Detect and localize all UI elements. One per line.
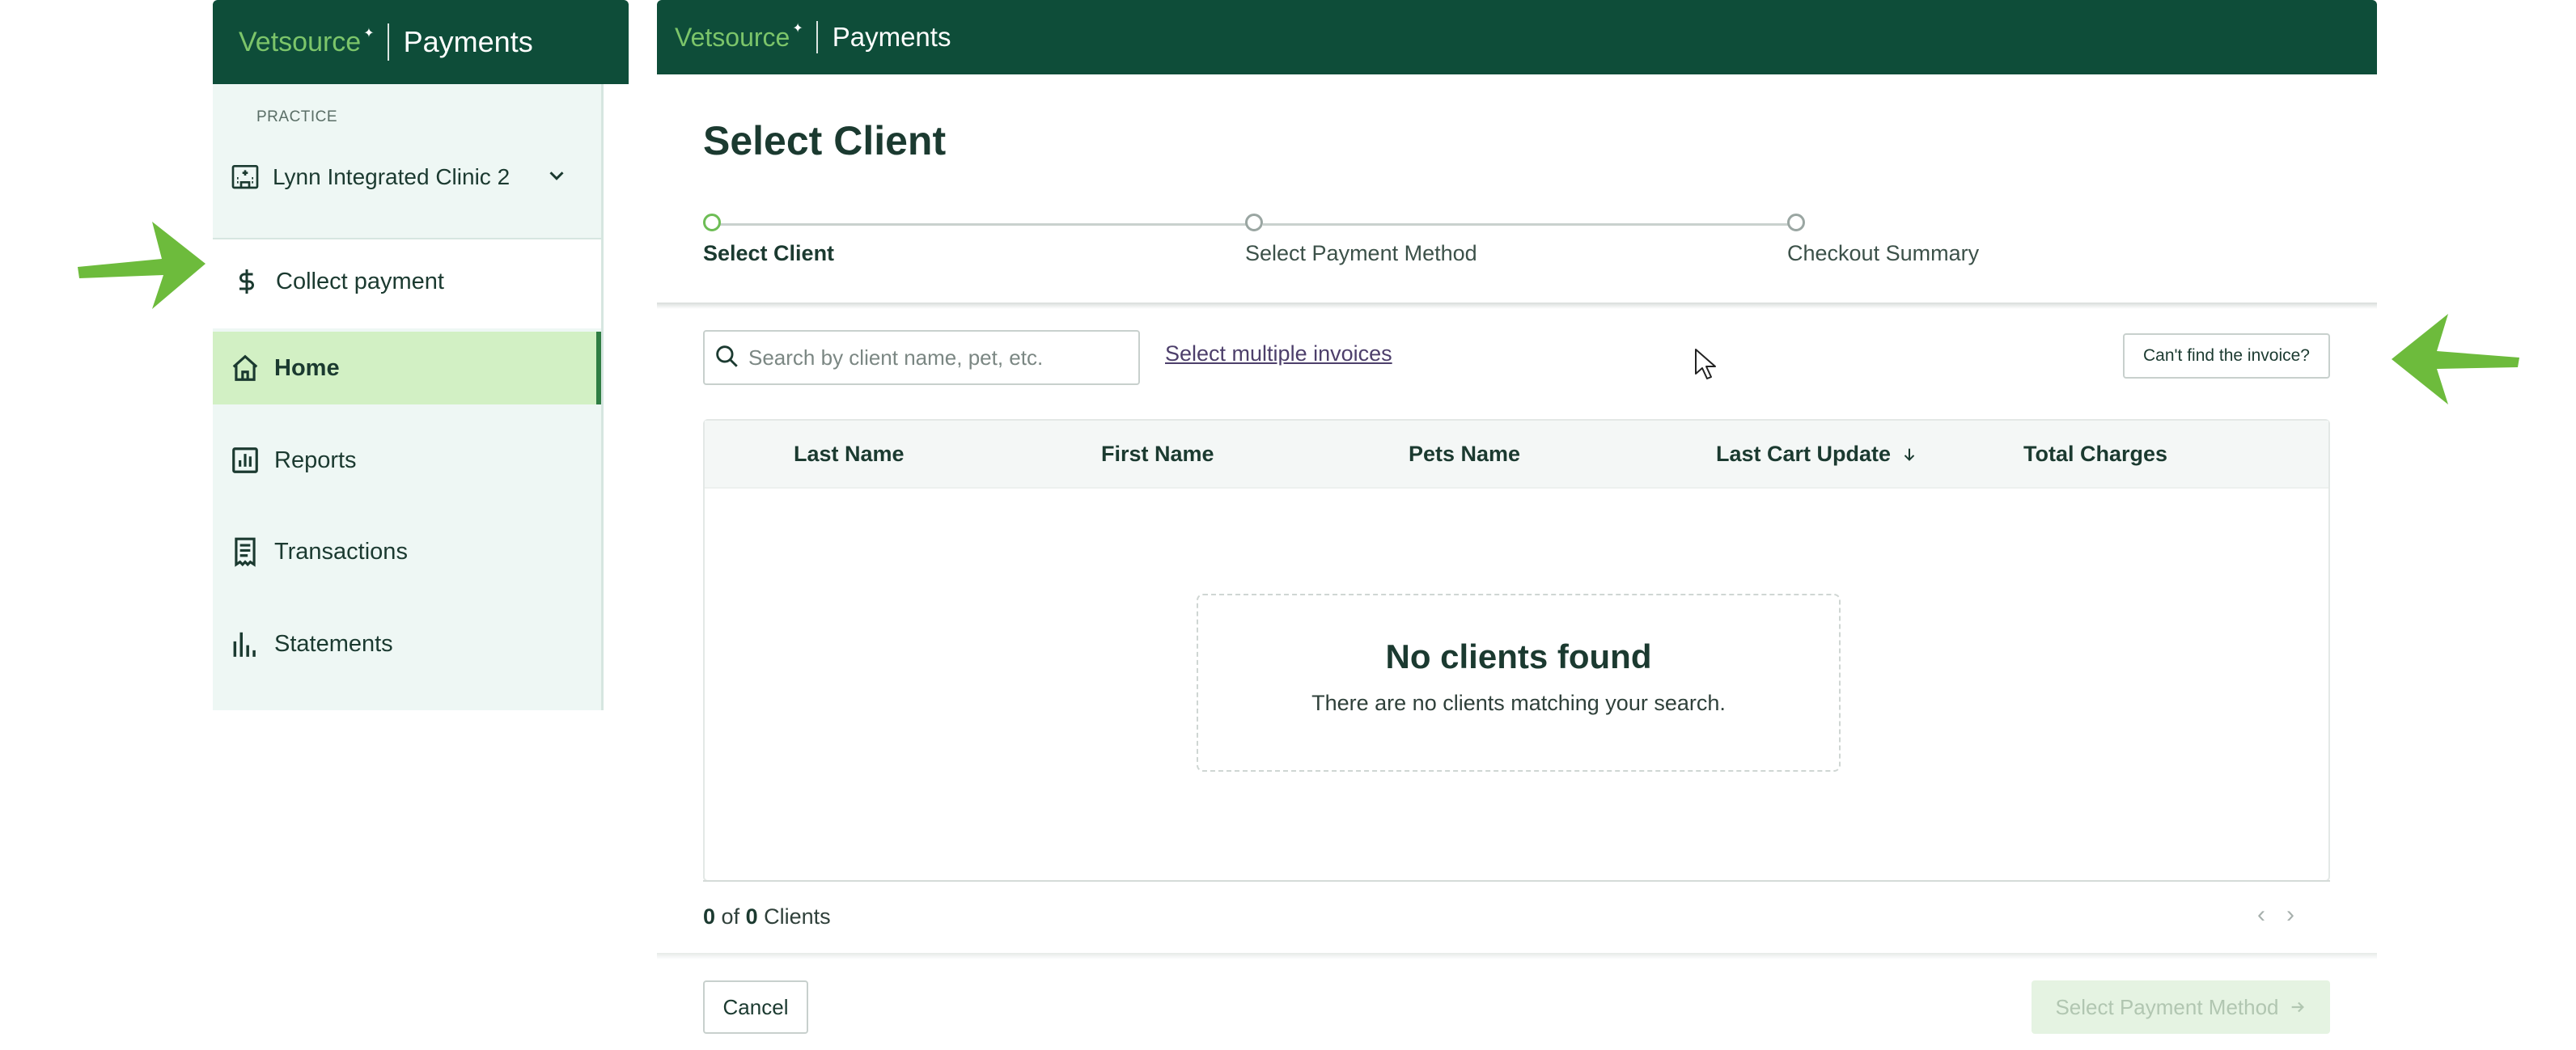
brand-name: Vetsource [675,22,790,52]
sidebar-item-label: Home [274,354,340,381]
logo-divider [387,23,389,61]
empty-state: No clients found There are no clients ma… [1197,594,1841,772]
column-label: Last Cart Update [1716,442,1892,466]
column-label: Total Charges [2023,442,2168,466]
annotation-arrow-right-icon [78,222,205,309]
annotation-arrow-left-icon [2392,314,2519,404]
sidebar-item-label: Transactions [274,538,408,565]
dollar-icon [229,264,265,299]
empty-state-message: There are no clients matching your searc… [1311,691,1726,715]
column-header-last-name[interactable]: Last Name [794,442,905,467]
top-header: Vetsource ✦ Payments [657,0,2377,74]
sparkle-icon: ✦ [363,27,375,40]
collect-payment-item[interactable]: Collect payment [213,239,601,328]
arrow-right-icon [2289,998,2307,1016]
vetsource-payments-logo[interactable]: Vetsource ✦ Payments [675,21,951,53]
step-indicator-active [703,214,721,231]
step-connector [1263,223,1789,226]
footer-divider [657,953,2377,959]
sort-arrow-down-icon [1900,444,1918,465]
column-header-pets-name[interactable]: Pets Name [1409,442,1520,467]
receipt-icon [227,534,263,569]
logo-divider [816,21,818,53]
results-count: 0 of 0 Clients [703,904,831,929]
cant-find-invoice-button[interactable]: Can't find the invoice? [2123,333,2330,379]
practice-label: PRACTICE [256,108,338,125]
column-label: Last Name [794,442,905,466]
checkout-stepper: Select Client Select Payment Method Chec… [703,212,1979,277]
select-multiple-invoices-link[interactable]: Select multiple invoices [1165,341,1392,366]
total-count: 0 [745,904,758,929]
page-title: Select Client [703,118,947,163]
column-header-first-name[interactable]: First Name [1101,442,1214,467]
count-unit: Clients [764,904,831,929]
chevron-left-icon[interactable]: ‹ [2257,901,2265,929]
shown-count: 0 [703,904,716,929]
step-select-payment-method: Select Payment Method [1245,241,1477,265]
cancel-button[interactable]: Cancel [703,980,808,1034]
sidebar: Vetsource ✦ Payments PRACTICE Lynn Integ… [213,0,629,710]
client-search[interactable] [703,330,1140,385]
pagination: ‹ › [2257,901,2294,929]
main-panel: Vetsource ✦ Payments Select Client Selec… [657,0,2377,1050]
sidebar-item-label: Reports [274,447,357,473]
step-checkout-summary: Checkout Summary [1787,241,1980,265]
chevron-down-icon[interactable] [544,163,569,192]
vetsource-payments-logo[interactable]: Vetsource ✦ Payments [239,23,533,61]
column-label: First Name [1101,442,1214,466]
sidebar-header: Vetsource ✦ Payments [213,0,629,84]
select-payment-method-button[interactable]: Select Payment Method [2032,980,2330,1034]
product-name: Payments [832,22,951,52]
brand-name: Vetsource [239,26,362,57]
search-icon [713,342,740,374]
practice-selector[interactable]: Lynn Integrated Clinic 2 [229,157,585,197]
step-connector [719,223,1247,226]
column-header-total-charges[interactable]: Total Charges [2023,442,2167,467]
sidebar-item-label: Statements [274,630,393,657]
empty-state-title: No clients found [1385,637,1652,675]
clients-table: Last Name First Name Pets Name Last Cart… [703,419,2330,882]
reports-icon [227,442,263,478]
sidebar-item-transactions[interactable]: Transactions [213,515,601,588]
bar-chart-icon [227,626,263,662]
sidebar-item-reports[interactable]: Reports [213,424,601,497]
mouse-cursor-icon [1695,349,1716,379]
step-indicator [1787,214,1805,231]
sidebar-item-home[interactable]: Home [213,332,601,404]
column-label: Pets Name [1409,442,1521,466]
practice-name: Lynn Integrated Clinic 2 [273,164,511,189]
section-divider [657,303,2377,309]
sidebar-item-statements[interactable]: Statements [213,608,601,680]
search-input[interactable] [747,344,1106,371]
collect-payment-label: Collect payment [276,268,444,294]
chevron-right-icon[interactable]: › [2286,901,2294,929]
step-select-client: Select Client [703,241,835,265]
step-indicator [1245,214,1263,231]
building-icon [229,159,261,196]
column-header-last-cart-update[interactable]: Last Cart Update [1716,442,1918,467]
table-header: Last Name First Name Pets Name Last Cart… [705,421,2328,489]
sparkle-icon: ✦ [792,22,803,36]
next-button-label: Select Payment Method [2055,994,2279,1019]
table-footer-divider [703,880,2330,882]
sidebar-nav: PRACTICE Lynn Integrated Clinic 2 Collec… [213,84,604,710]
home-icon [227,350,263,386]
product-name: Payments [403,25,533,58]
of-word: of [721,904,740,929]
